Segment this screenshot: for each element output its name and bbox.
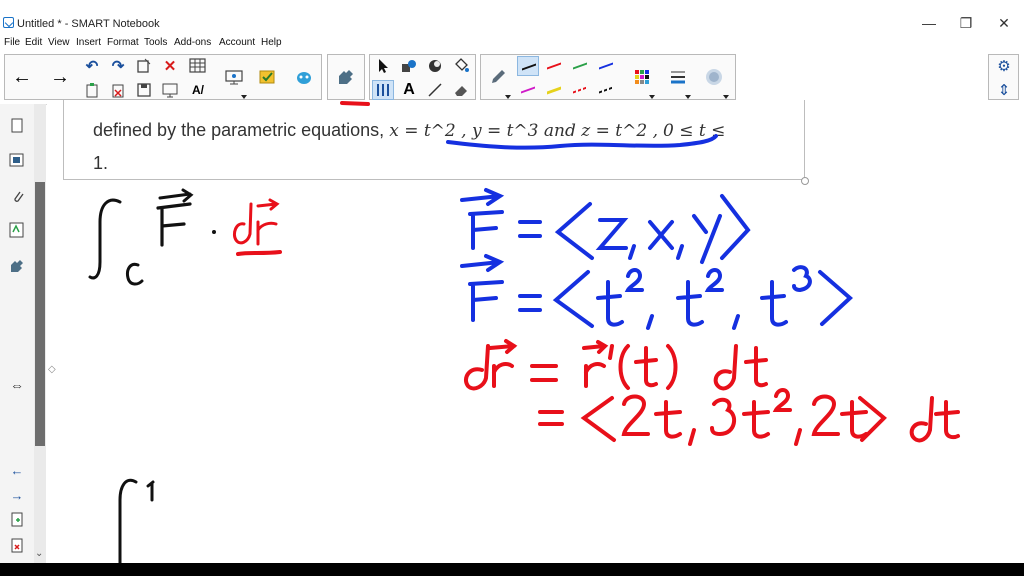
ink-F-definition xyxy=(460,188,751,264)
smart-notebook-window: Untitled * - SMART Notebook — ❐ ✕ File E… xyxy=(0,0,1024,563)
canvas-anchor-icon: ◇ xyxy=(48,364,56,375)
ink-dr-red xyxy=(232,198,282,256)
ink-dr-definition xyxy=(463,339,768,391)
ink-mark-red-top xyxy=(340,101,370,106)
ink-dr-parametrized xyxy=(538,388,960,446)
ink-line-integral xyxy=(88,188,216,286)
ink-underline-blue xyxy=(446,134,718,150)
ink-annotations xyxy=(88,101,960,563)
ink-F-parametrized xyxy=(460,254,853,330)
ink-bottom-integral xyxy=(118,478,155,563)
